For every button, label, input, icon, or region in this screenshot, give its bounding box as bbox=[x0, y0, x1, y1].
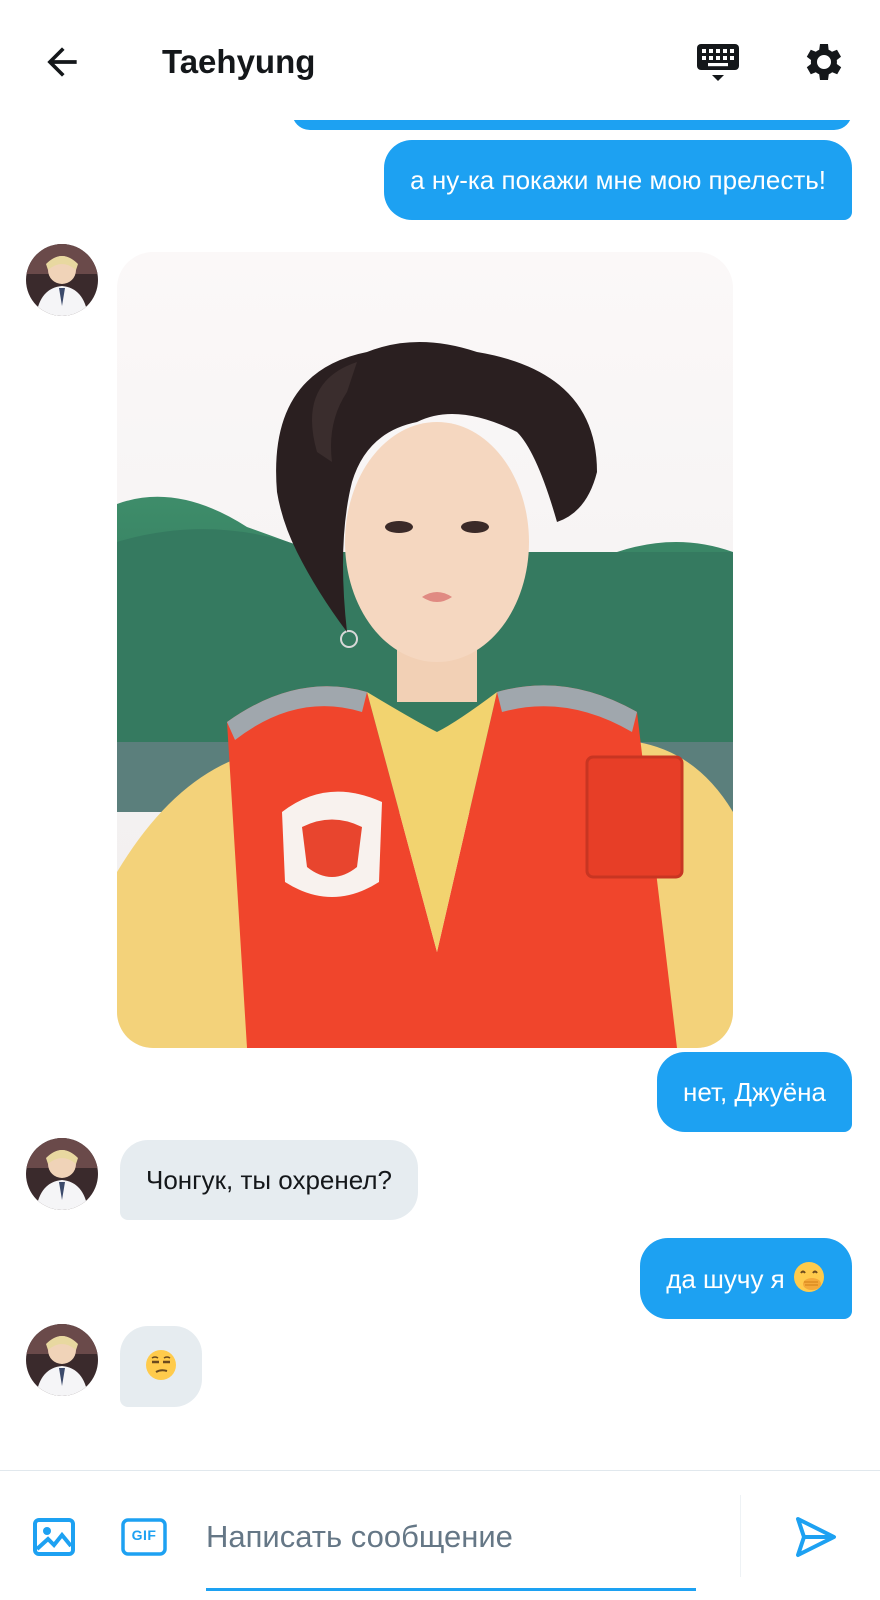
message-composer: GIF bbox=[0, 1470, 880, 1600]
avatar[interactable] bbox=[26, 1138, 98, 1210]
gif-button[interactable]: GIF bbox=[120, 1513, 168, 1561]
input-underline bbox=[206, 1588, 696, 1591]
partial-outgoing-bubble bbox=[292, 120, 852, 130]
hand-over-mouth-emoji-icon bbox=[794, 1262, 824, 1292]
unamused-face-emoji-icon bbox=[146, 1350, 176, 1380]
photo-icon bbox=[117, 252, 733, 1048]
outgoing-message[interactable]: нет, Джуёна bbox=[657, 1052, 852, 1132]
message-text: а ну-ка покажи мне мою прелесть! bbox=[410, 165, 826, 195]
message-text: нет, Джуёна bbox=[683, 1077, 826, 1107]
outgoing-message[interactable]: да шучу я bbox=[640, 1238, 852, 1319]
incoming-message[interactable] bbox=[120, 1326, 202, 1407]
avatar[interactable] bbox=[26, 244, 98, 316]
incoming-message[interactable]: Чонгук, ты охренел? bbox=[120, 1140, 418, 1220]
image-icon[interactable] bbox=[30, 1513, 78, 1561]
message-list[interactable]: а ну-ка покажи мне мою прелесть! нет, Дж… bbox=[0, 120, 880, 1470]
gif-label: GIF bbox=[131, 1527, 157, 1543]
image-message[interactable] bbox=[117, 252, 733, 1048]
send-icon[interactable] bbox=[792, 1513, 840, 1561]
arrow-left-icon[interactable] bbox=[40, 40, 84, 84]
message-input[interactable] bbox=[206, 1501, 694, 1573]
divider bbox=[740, 1495, 741, 1577]
keyboard-icon[interactable] bbox=[694, 38, 742, 86]
conversation-title: Taehyung bbox=[162, 43, 316, 80]
message-text: да шучу я bbox=[666, 1264, 785, 1294]
chat-header: Taehyung bbox=[0, 0, 880, 120]
avatar[interactable] bbox=[26, 1324, 98, 1396]
outgoing-message[interactable]: а ну-ка покажи мне мою прелесть! bbox=[384, 140, 852, 220]
gear-icon[interactable] bbox=[800, 38, 848, 86]
message-text: Чонгук, ты охренел? bbox=[146, 1165, 392, 1195]
